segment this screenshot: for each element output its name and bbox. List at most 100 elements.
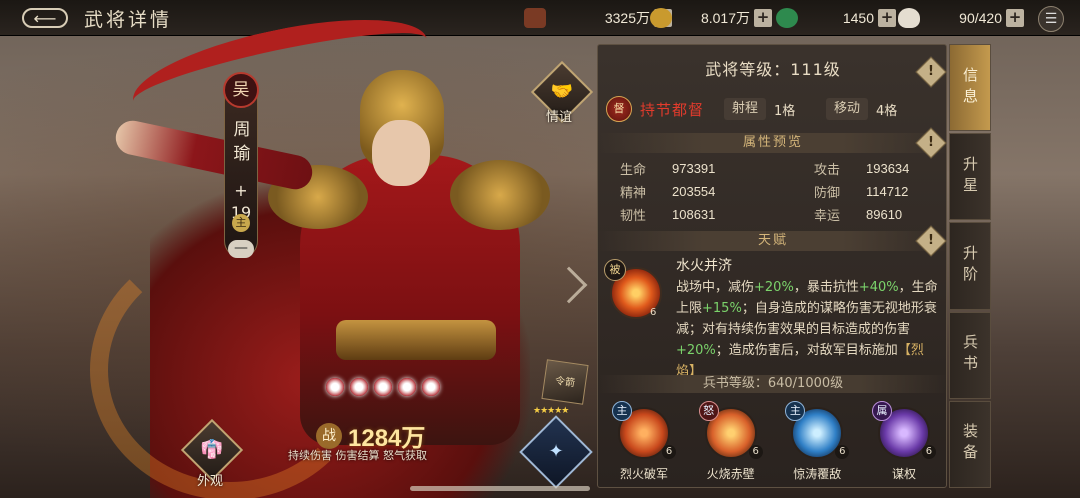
resource-value: 90/420	[959, 10, 1002, 26]
attr-value: 89610	[866, 207, 903, 222]
back-button[interactable]: ⟵	[22, 8, 68, 28]
desc-text: ；造成伤害后，对敌军目标施加	[715, 343, 898, 358]
range-label: 射程	[724, 98, 767, 120]
skill-name: 火烧赤壁	[706, 467, 755, 481]
desc-highlight: +20%	[754, 280, 794, 295]
skill-level: 6	[662, 445, 676, 459]
attribute-row: 精神 203554 防御 114712	[620, 180, 940, 203]
back-arrow-icon: ⟵	[33, 8, 57, 28]
info-icon: !	[928, 135, 934, 150]
jade-icon	[776, 8, 798, 28]
talent-name: 水火并济	[676, 258, 732, 274]
info-panel: 武将等级：111级 ! 督 持节都督 射程 1格 移动 4格 属性预览 ! 生命…	[597, 44, 948, 488]
star-rating: ★★★★★	[533, 406, 569, 416]
resource-jade: 1450 +	[776, 7, 896, 29]
talent-section-title: 天赋	[598, 231, 948, 251]
attr-value: 108631	[672, 207, 716, 222]
attr-value: 203554	[672, 184, 716, 199]
appearance-label: 外观	[197, 474, 224, 489]
info-icon: !	[928, 64, 934, 79]
skill-name: 烈火破军	[619, 467, 668, 481]
resource-value: 1450	[842, 10, 874, 26]
attribute-row: 生命 973391 攻击 193634	[620, 157, 940, 180]
hero-detail-screen: ⟵ 武将详情 3325万 + 8.017万 + 1450 + 90/420 + …	[0, 0, 1080, 498]
attr-value: 193634	[866, 161, 910, 176]
constellation-icon: ✦	[548, 441, 564, 462]
info-icon: !	[928, 233, 934, 248]
page-title: 武将详情	[84, 9, 173, 31]
tab-info[interactable]: 信息	[949, 44, 991, 132]
tab-equipment[interactable]: 装备	[949, 400, 991, 489]
attr-value: 973391	[672, 161, 716, 176]
resource-value: 8.017万	[700, 10, 750, 26]
talent-description: 战场中，减伤+20%，暴击抗性+40%，生命上限+15%；自身造成的谋略伤害无视…	[676, 277, 938, 382]
awaken-orb-icon	[326, 378, 344, 396]
skill-item[interactable]: 主 6 烈火破军	[604, 401, 684, 485]
skill-name: 谋权	[891, 467, 916, 481]
attr-label: 生命	[620, 163, 647, 178]
attr-label: 防御	[814, 186, 841, 201]
desc-highlight: +20%	[676, 343, 716, 358]
skill-list: 主 6 烈火破军 怒 6 火烧赤壁 主 6 惊涛覆敌 属 6 谋权	[604, 401, 944, 485]
attr-label: 精神	[620, 186, 647, 201]
awaken-orbs	[326, 378, 440, 396]
desc-highlight: +15%	[702, 301, 742, 316]
menu-button[interactable]: ☰	[1038, 6, 1064, 32]
awaken-orb-icon	[422, 378, 440, 396]
skill-level: 6	[921, 445, 936, 459]
rank-emblem-icon: 督	[606, 96, 632, 122]
attribute-grid: 生命 973391 攻击 193634 精神 203554 防御 114712 …	[620, 157, 940, 226]
awaken-orb-icon	[350, 378, 368, 396]
resource-value: 3325万	[604, 10, 650, 26]
awaken-orb-icon	[374, 378, 392, 396]
move-value: 4格	[876, 103, 898, 119]
skill-item[interactable]: 怒 6 火烧赤壁	[691, 401, 771, 485]
attr-label: 韧性	[620, 209, 647, 224]
skill-item[interactable]: 属 6 谋权	[864, 401, 944, 485]
attribute-row: 韧性 108631 幸运 89610	[620, 203, 940, 226]
shoulder-guard	[450, 160, 550, 230]
rank-name: 持节都督	[640, 100, 705, 119]
desc-highlight: +40%	[858, 280, 899, 295]
awaken-orb-icon	[398, 378, 416, 396]
skill-name: 惊涛覆敌	[793, 467, 842, 481]
attr-value: 114712	[866, 184, 909, 199]
command-token-icon[interactable]: 令箭	[541, 359, 589, 405]
main-hero-badge: 主	[232, 214, 250, 232]
tab-war-book[interactable]: 兵书	[949, 311, 991, 399]
talent-level: 6	[650, 307, 657, 318]
skill-level: 6	[748, 445, 763, 459]
friendship-label: 情谊	[546, 110, 573, 125]
collapse-button[interactable]: —	[228, 240, 254, 258]
coin-stack-icon	[524, 8, 546, 28]
home-indicator	[410, 486, 590, 491]
tab-star-up[interactable]: 升星	[949, 133, 991, 221]
skill-item[interactable]: 主 6 惊涛覆敌	[777, 401, 857, 485]
add-food-button[interactable]: +	[1006, 9, 1024, 27]
detail-tabs: 信息 升星 升阶 兵书 装备	[949, 44, 991, 490]
add-jade-button[interactable]: +	[878, 9, 896, 27]
attribute-section-title: 属性预览	[598, 133, 948, 153]
top-bar: ⟵ 武将详情 3325万 + 8.017万 + 1450 + 90/420 + …	[0, 0, 1080, 36]
move-label: 移动	[826, 98, 869, 120]
resource-food: 90/420 +	[898, 7, 1024, 29]
faction-badge: 吴	[223, 72, 259, 108]
outfit-icon: 👘	[200, 439, 224, 460]
attr-label: 攻击	[814, 163, 841, 178]
hero-level: 武将等级：111级	[705, 60, 841, 79]
skill-type-badge: 怒	[698, 401, 719, 421]
range-value: 1格	[774, 103, 796, 119]
hero-name: 周瑜	[233, 120, 251, 164]
hero-face	[372, 120, 430, 186]
skill-type-badge: 属	[871, 401, 892, 421]
desc-text: ，暴击抗性	[793, 280, 859, 295]
skill-level: 6	[835, 445, 850, 459]
book-level: 兵书等级：640/1000级	[598, 375, 948, 393]
tab-rank-up[interactable]: 升阶	[949, 222, 991, 310]
desc-text: 战场中，减伤	[676, 280, 755, 295]
bun-icon	[898, 8, 920, 28]
add-gold-button[interactable]: +	[754, 9, 772, 27]
hero-traits: 持续伤害 伤害结算 怒气获取	[288, 449, 427, 462]
gold-coin-icon	[650, 8, 672, 28]
hero-belt	[336, 320, 496, 360]
